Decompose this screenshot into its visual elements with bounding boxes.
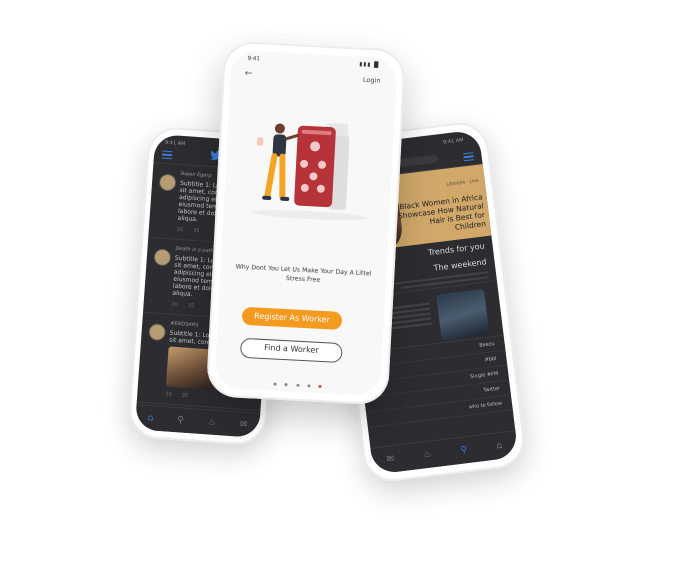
onboarding-tagline: Why Dont You Let Us Make Your Day A Litt… [235,263,372,284]
mail-icon[interactable]: ✉ [239,420,247,431]
reply-count[interactable]: 20 [171,302,178,308]
bell-icon[interactable]: ♨ [207,417,216,428]
hero-headline: Black Women in Africa Showcase How Natur… [397,192,487,232]
status-time: 9:41 AM [442,137,464,146]
search-icon[interactable]: ⚲ [177,415,184,425]
menu-icon[interactable] [463,150,475,163]
page-dot-active[interactable] [318,384,322,389]
center-phone-screen: 9:41 ▮▮▮ █ ← Login Why Dont You Let Us M… [214,49,398,397]
login-link[interactable]: Login [363,76,381,85]
page-dot[interactable] [284,383,288,387]
reply-count[interactable]: 20 [177,227,184,233]
back-arrow-icon[interactable]: ← [244,69,252,79]
home-icon[interactable]: ⌂ [147,413,153,423]
find-worker-button[interactable]: Find a Worker [239,337,343,364]
page-dot[interactable] [295,383,300,387]
hero-kicker: Lifestyle · Live [446,178,479,188]
page-dot[interactable] [273,382,277,386]
avatar [148,323,167,342]
avatar [158,173,177,192]
register-worker-button[interactable]: Register As Worker [241,306,343,331]
search-icon[interactable]: ⚲ [460,445,468,456]
status-time: 9:41 [247,55,261,63]
bell-icon[interactable]: ♨ [423,450,432,461]
retweet-count[interactable]: 35 [193,228,200,234]
signal-icon: ▮▮▮ █ [359,61,380,69]
trend-photo [436,288,490,341]
page-indicator [214,367,381,395]
avatar [153,248,172,267]
mail-icon[interactable]: ✉ [386,454,395,465]
retweet-count[interactable]: 35 [181,393,188,399]
bottom-nav: ✉ ♨ ⚲ ⌂ [370,430,519,475]
page-dot[interactable] [306,384,311,388]
center-phone: 9:41 ▮▮▮ █ ← Login Why Dont You Let Us M… [205,40,407,406]
status-time: 9:41 AM [164,139,186,148]
retweet-count[interactable]: 35 [188,303,195,309]
onboarding-illustration [251,123,368,221]
reply-count[interactable]: 20 [165,391,172,397]
menu-icon[interactable] [161,149,173,162]
home-icon[interactable]: ⌂ [496,441,503,452]
